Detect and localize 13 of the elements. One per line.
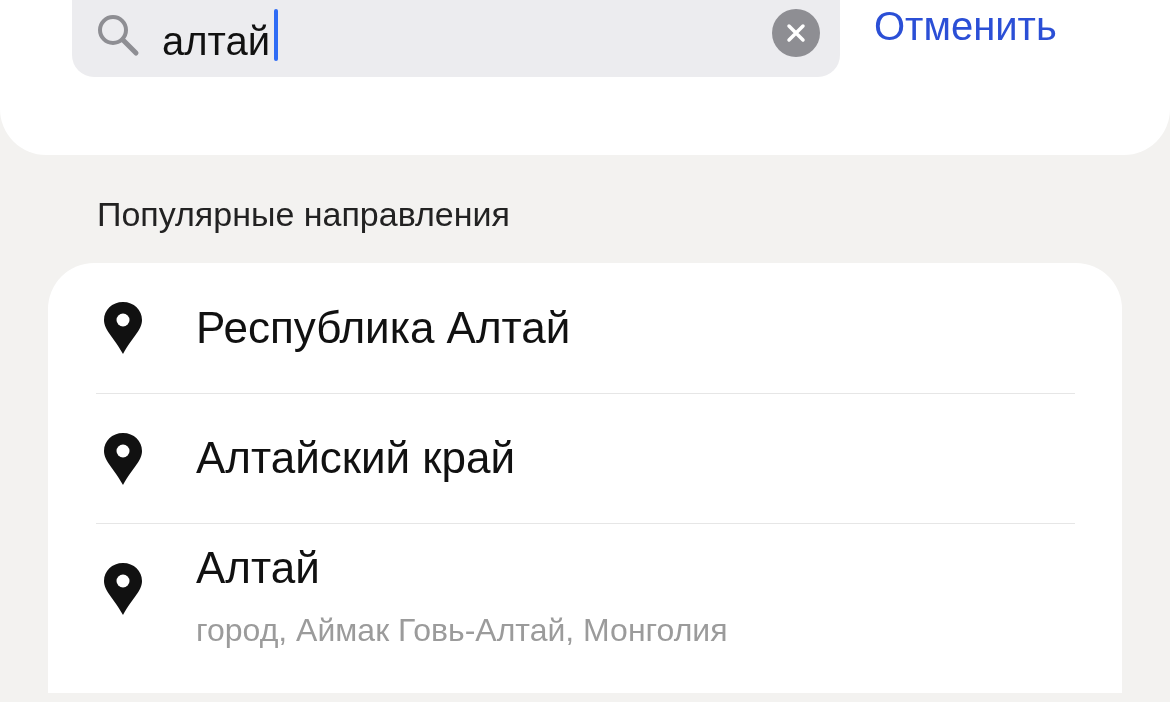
destination-title[interactable]: Алтай (196, 541, 728, 595)
destination-title[interactable]: Алтайский край (196, 432, 516, 485)
search-field[interactable]: алтай (72, 0, 840, 77)
destination-subtitle: город, Аймак Говь-Алтай, Монголия (196, 610, 728, 650)
location-pin-icon (101, 300, 145, 356)
text-cursor (274, 9, 279, 61)
cancel-button[interactable]: Отменить (874, 0, 1057, 56)
destination-title[interactable]: Республика Алтай (196, 301, 571, 355)
location-pin-icon (101, 560, 145, 617)
section-title: Популярные направления (97, 197, 511, 231)
close-icon (786, 23, 806, 43)
clear-button[interactable] (772, 9, 820, 57)
location-pin-icon (101, 430, 145, 487)
